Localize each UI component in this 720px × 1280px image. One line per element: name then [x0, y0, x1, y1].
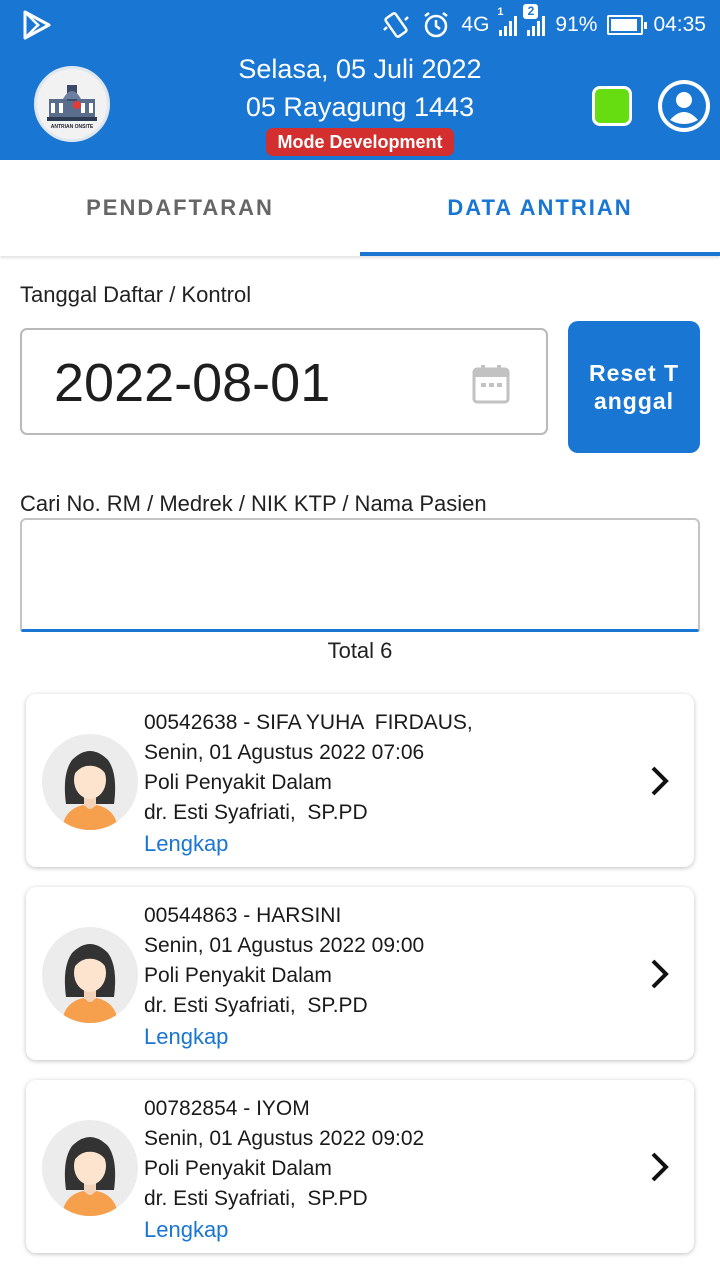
date-field[interactable]: 2022-08-01	[20, 328, 548, 435]
chevron-right-icon[interactable]	[648, 1150, 672, 1184]
clock-time: 04:35	[653, 13, 706, 36]
patient-doctor: dr. Esti Syafriati, SP.PD	[144, 994, 368, 1017]
status-bar: 4G 1 2 91% 04:35	[0, 0, 720, 50]
reset-date-button[interactable]: Reset Tanggal	[568, 321, 700, 453]
chevron-right-icon[interactable]	[648, 957, 672, 991]
tab-bar: PENDAFTARAN DATA ANTRIAN	[0, 160, 720, 256]
calendar-icon[interactable]	[472, 364, 510, 404]
tab-data-antrian[interactable]: DATA ANTRIAN	[360, 160, 720, 256]
patient-title: 00542638 - SIFA YUHA FIRDAUS,	[144, 711, 473, 734]
patient-status-link[interactable]: Lengkap	[144, 1215, 424, 1245]
patient-clinic: Poli Penyakit Dalam	[144, 1157, 332, 1180]
gregorian-date: Selasa, 05 Juli 2022	[238, 54, 482, 84]
date-value: 2022-08-01	[54, 353, 331, 413]
app-header: 4G 1 2 91% 04:35 ANTRIAN ONSITE Selasa, …	[0, 0, 720, 160]
female-avatar-icon	[62, 751, 118, 830]
patient-avatar	[42, 734, 138, 830]
patient-card[interactable]: 00544863 - HARSINI Senin, 01 Agustus 202…	[26, 887, 694, 1060]
user-icon	[662, 84, 706, 128]
female-avatar-icon	[62, 1137, 118, 1216]
network-type: 4G	[461, 13, 490, 36]
patient-doctor: dr. Esti Syafriati, SP.PD	[144, 801, 368, 824]
battery-icon	[607, 15, 648, 35]
patient-avatar	[42, 1120, 138, 1216]
user-profile-button[interactable]	[658, 80, 710, 132]
battery-percent: 91%	[555, 13, 598, 36]
play-store-icon	[23, 10, 51, 40]
female-avatar-icon	[62, 944, 118, 1023]
tab-active-indicator	[360, 252, 720, 256]
signal-sim2-icon: 2	[523, 4, 546, 36]
status-indicator[interactable]	[592, 86, 632, 126]
patient-datetime: Senin, 01 Agustus 2022 09:00	[144, 934, 425, 957]
patient-card[interactable]: 00782854 - IYOM Senin, 01 Agustus 2022 0…	[26, 1080, 694, 1253]
patient-status-link[interactable]: Lengkap	[144, 829, 473, 859]
signal-sim1-icon: 1	[497, 6, 518, 36]
vibrate-icon	[383, 12, 410, 38]
tab-pendaftaran[interactable]: PENDAFTARAN	[0, 160, 360, 256]
patient-title: 00544863 - HARSINI	[144, 904, 342, 927]
patient-avatar	[42, 927, 138, 1023]
patient-clinic: Poli Penyakit Dalam	[144, 771, 332, 794]
patient-title: 00782854 - IYOM	[144, 1097, 310, 1120]
alarm-icon	[424, 12, 449, 38]
patient-clinic: Poli Penyakit Dalam	[144, 964, 332, 987]
search-label: Cari No. RM / Medrek / NIK KTP / Nama Pa…	[20, 491, 487, 516]
mode-badge: Mode Development	[266, 128, 454, 156]
total-count: Total 6	[327, 638, 393, 663]
chevron-right-icon[interactable]	[648, 764, 672, 798]
svg-text:ANTRIAN ONSITE: ANTRIAN ONSITE	[51, 124, 94, 130]
patient-card[interactable]: 00542638 - SIFA YUHA FIRDAUS, Senin, 01 …	[26, 694, 694, 867]
patient-datetime: Senin, 01 Agustus 2022 07:06	[144, 741, 425, 764]
search-input[interactable]	[20, 518, 700, 632]
patient-doctor: dr. Esti Syafriati, SP.PD	[144, 1187, 368, 1210]
date-label: Tanggal Daftar / Kontrol	[20, 282, 252, 307]
patient-datetime: Senin, 01 Agustus 2022 09:02	[144, 1127, 425, 1150]
patient-status-link[interactable]: Lengkap	[144, 1022, 424, 1052]
